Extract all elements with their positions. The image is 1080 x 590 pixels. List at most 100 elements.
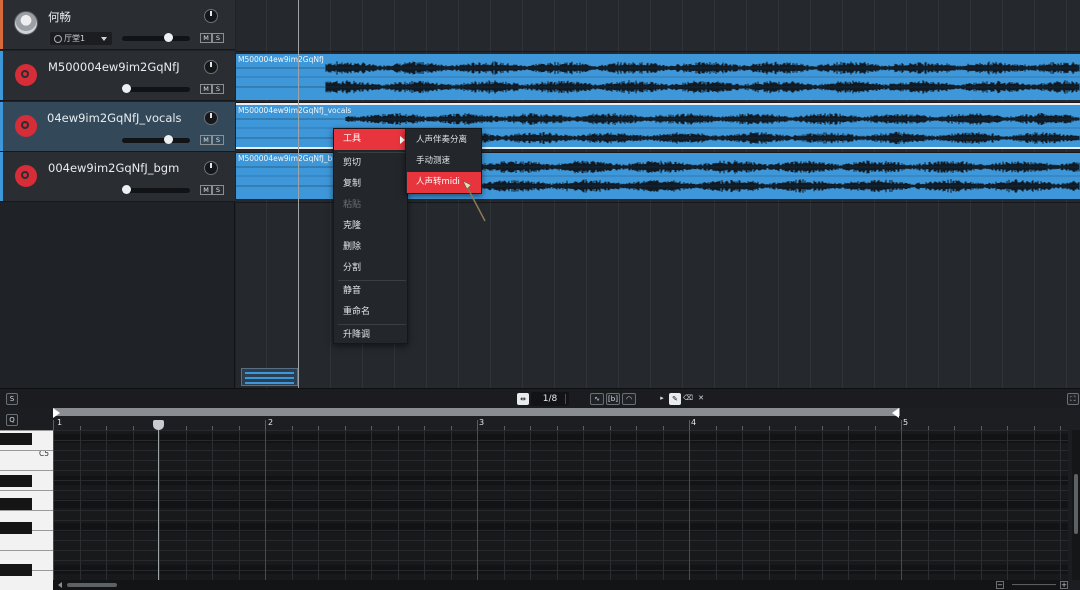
black-key[interactable] bbox=[0, 433, 32, 445]
zoom-in-icon[interactable]: + bbox=[1060, 581, 1068, 589]
track-header-singer[interactable]: 何畅 厅堂1 M S bbox=[0, 0, 235, 50]
beat-gridline bbox=[1007, 430, 1008, 580]
volume-slider[interactable] bbox=[122, 135, 190, 144]
beat-gridline bbox=[769, 430, 770, 580]
quantize-button[interactable]: Q bbox=[6, 414, 18, 426]
scrollbar-thumb[interactable] bbox=[1074, 474, 1078, 534]
solo-button[interactable]: S bbox=[212, 185, 224, 195]
piano-keyboard[interactable]: C5 bbox=[0, 430, 53, 590]
pan-knob[interactable] bbox=[204, 111, 218, 125]
timeline-ruler[interactable]: 1 2 3 4 5 bbox=[53, 408, 1080, 430]
eraser-tool-icon[interactable]: ⌫ bbox=[682, 393, 694, 405]
bracket-tool-button[interactable]: [b] bbox=[606, 393, 620, 405]
solo-button[interactable]: S bbox=[212, 135, 224, 145]
white-key[interactable] bbox=[0, 430, 53, 431]
record-arm-icon[interactable] bbox=[15, 115, 37, 137]
beat-gridline bbox=[742, 430, 743, 580]
track-header-audio-1[interactable]: M500004ew9im2GqNfJ M S bbox=[0, 51, 235, 101]
solo-button[interactable]: S bbox=[212, 33, 224, 43]
pitch-row-line bbox=[53, 540, 1068, 541]
select-tool-icon[interactable]: ▸ bbox=[656, 393, 668, 405]
menu-item-transpose[interactable]: 升降调 bbox=[334, 325, 408, 346]
white-key[interactable] bbox=[0, 450, 53, 451]
volume-slider[interactable] bbox=[122, 185, 190, 194]
volume-slider-thumb[interactable] bbox=[164, 33, 173, 42]
black-key[interactable] bbox=[0, 475, 32, 487]
ruler-tick bbox=[53, 420, 54, 430]
white-key[interactable] bbox=[0, 510, 53, 511]
track-name[interactable]: 04ew9im2GqNfJ_vocals bbox=[47, 111, 197, 125]
mute-button[interactable]: M bbox=[200, 185, 212, 195]
beat-gridline bbox=[345, 430, 346, 580]
mute-button[interactable]: M bbox=[200, 135, 212, 145]
zoom-out-icon[interactable]: − bbox=[996, 581, 1004, 589]
white-key[interactable] bbox=[0, 470, 53, 471]
cut-tool-icon[interactable]: ✕ bbox=[695, 393, 707, 405]
snap-value-select[interactable]: 1/8 bbox=[531, 392, 569, 406]
curve-tool-icon[interactable]: ∿ bbox=[590, 393, 604, 405]
submenu-item-tap-tempo[interactable]: 手动测速 bbox=[407, 151, 481, 172]
loop-end-marker-icon[interactable] bbox=[892, 408, 899, 418]
beat-gridline bbox=[822, 430, 823, 580]
menu-item-cut[interactable]: 剪切 bbox=[334, 153, 408, 174]
menu-item-rename[interactable]: 重命名 bbox=[334, 302, 408, 323]
playhead[interactable] bbox=[158, 430, 159, 590]
volume-slider[interactable] bbox=[122, 84, 190, 93]
menu-item-mute[interactable]: 静音 bbox=[334, 281, 408, 302]
volume-slider-thumb[interactable] bbox=[164, 135, 173, 144]
horizontal-scrollbar[interactable]: − + bbox=[53, 580, 1068, 590]
fit-view-icon[interactable]: ⛶ bbox=[1067, 393, 1079, 405]
beat-gridline bbox=[928, 430, 929, 580]
menu-item-copy[interactable]: 复制 bbox=[334, 174, 408, 195]
menu-item-clone[interactable]: 克隆 bbox=[334, 216, 408, 237]
scrollbar-thumb[interactable] bbox=[67, 583, 117, 587]
volume-slider[interactable] bbox=[122, 33, 190, 42]
mute-button[interactable]: M bbox=[200, 84, 212, 94]
black-key[interactable] bbox=[0, 522, 32, 534]
scroll-left-icon[interactable] bbox=[58, 582, 62, 588]
track-header-audio-bgm[interactable]: 004ew9im2GqNfJ_bgm M S bbox=[0, 152, 235, 202]
metronome-icon[interactable]: ◠ bbox=[622, 393, 636, 405]
beat-gridline bbox=[212, 430, 213, 580]
track-list-empty-area[interactable] bbox=[0, 202, 235, 388]
snap-toggle-icon[interactable]: ⇹ bbox=[517, 393, 529, 405]
menu-item-split[interactable]: 分割 bbox=[334, 258, 408, 279]
track-name[interactable]: 何畅 bbox=[48, 9, 198, 25]
vertical-scrollbar[interactable] bbox=[1072, 430, 1080, 580]
white-key[interactable] bbox=[0, 550, 53, 551]
reverb-preset-select[interactable]: 厅堂1 bbox=[50, 32, 112, 45]
loop-range-bar[interactable] bbox=[53, 408, 900, 416]
track-name[interactable]: 004ew9im2GqNfJ_bgm bbox=[48, 161, 198, 175]
midi-clip[interactable] bbox=[241, 368, 298, 386]
pencil-tool-icon[interactable]: ✎ bbox=[669, 393, 681, 405]
pan-knob[interactable] bbox=[204, 161, 218, 175]
pan-knob[interactable] bbox=[204, 60, 218, 74]
menu-item-paste[interactable]: 粘贴 bbox=[334, 195, 408, 216]
note-grid[interactable] bbox=[53, 430, 1068, 580]
track-header-audio-vocals[interactable]: 04ew9im2GqNfJ_vocals M S bbox=[0, 102, 235, 152]
playhead[interactable] bbox=[298, 0, 299, 388]
volume-slider-thumb[interactable] bbox=[122, 185, 131, 194]
beat-gridline bbox=[504, 430, 505, 580]
pitch-row-line bbox=[53, 460, 1068, 461]
black-key[interactable] bbox=[0, 564, 32, 576]
playhead-handle[interactable] bbox=[153, 420, 164, 430]
solo-toggle-button[interactable]: S bbox=[6, 393, 18, 405]
solo-button[interactable]: S bbox=[212, 84, 224, 94]
menu-item-tools[interactable]: 工具 bbox=[334, 129, 408, 150]
black-key[interactable] bbox=[0, 498, 32, 510]
loop-start-marker-icon[interactable] bbox=[53, 408, 60, 418]
singer-avatar-icon[interactable] bbox=[14, 11, 38, 35]
track-name[interactable]: M500004ew9im2GqNfJ bbox=[48, 60, 198, 74]
menu-item-delete[interactable]: 删除 bbox=[334, 237, 408, 258]
record-arm-icon[interactable] bbox=[15, 165, 37, 187]
zoom-slider[interactable] bbox=[1012, 584, 1056, 586]
record-arm-icon[interactable] bbox=[15, 64, 37, 86]
white-key[interactable] bbox=[0, 490, 53, 491]
volume-slider-thumb[interactable] bbox=[122, 84, 131, 93]
audio-clip[interactable]: M500004ew9im2GqNfJ bbox=[236, 54, 1080, 100]
pan-knob[interactable] bbox=[204, 9, 218, 23]
piano-roll[interactable]: Q 1 2 3 4 5 C5 − + bbox=[0, 408, 1080, 590]
mute-button[interactable]: M bbox=[200, 33, 212, 43]
submenu-item-vocal-separation[interactable]: 人声伴奏分离 bbox=[407, 130, 481, 151]
